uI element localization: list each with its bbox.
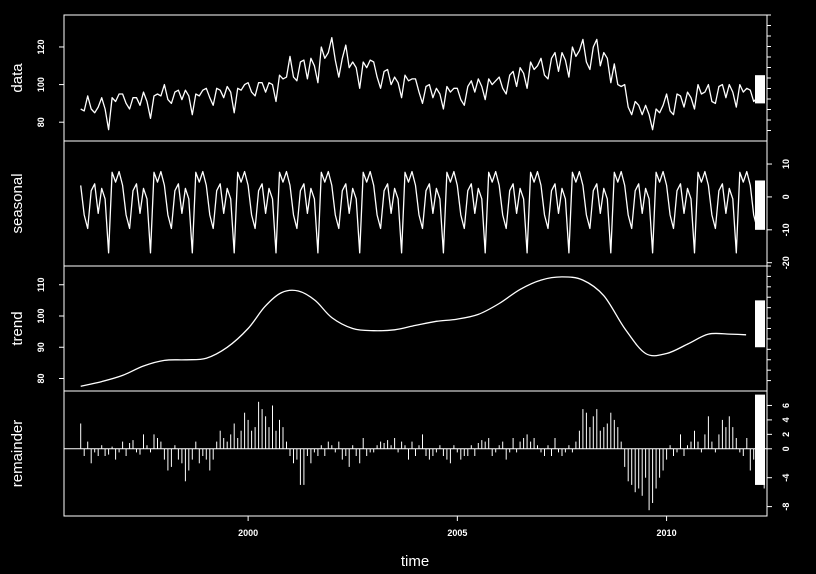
- seasonal-series-line: [80, 170, 765, 254]
- remainder-ytick-label: 6: [781, 403, 791, 408]
- data-frame: [63, 14, 768, 142]
- trend-ytick-label: 110: [36, 277, 46, 292]
- trend-frame: [63, 265, 768, 392]
- trend-ytick-label: 80: [36, 373, 46, 383]
- data-ytick-label: 80: [36, 117, 46, 127]
- seasonal-panel-label: seasonal: [9, 173, 26, 233]
- panels-group: data 80 100 120 seasonal -20 -10 0 10 trend 80 90 10…: [9, 14, 791, 517]
- panel-trend: trend 80 90 100 110: [9, 265, 771, 392]
- data-ytick-label: 100: [36, 77, 46, 92]
- data-series-line: [80, 36, 765, 131]
- x-tick-label: 2010: [657, 528, 677, 538]
- remainder-panel-label: remainder: [9, 420, 26, 488]
- x-tick-label: 2005: [447, 528, 467, 538]
- seasonal-ytick-label: -10: [781, 223, 791, 236]
- remainder-ytick-label: -4: [781, 474, 791, 482]
- trend-ytick-label: 90: [36, 342, 46, 352]
- seasonal-ytick-label: 10: [781, 159, 791, 169]
- remainder-ytick-label: 0: [781, 446, 791, 451]
- remainder-ytick-label: 4: [781, 417, 791, 422]
- seasonal-frame: [63, 140, 768, 267]
- remainder-range-bar: [755, 394, 765, 485]
- x-axis-group: 2000 2005 2010: [238, 516, 677, 538]
- trend-panel-label: trend: [9, 311, 26, 345]
- panel-data: data 80 100 120: [9, 14, 771, 142]
- panel-remainder: remainder -8 -4 0 2 4 6: [9, 390, 791, 517]
- seasonal-ytick-label: 0: [781, 194, 791, 199]
- data-ytick-label: 120: [36, 39, 46, 54]
- panel-seasonal: seasonal -20 -10 0 10: [9, 140, 791, 269]
- stl-decomposition-chart: data 80 100 120 seasonal -20 -10 0 10 trend 80 90 10…: [0, 0, 816, 574]
- x-tick-label: 2000: [238, 528, 258, 538]
- trend-ytick-label: 100: [36, 308, 46, 323]
- seasonal-ytick-label: -20: [781, 256, 791, 269]
- trend-series-line: [80, 276, 747, 387]
- remainder-ytick-label: 2: [781, 432, 791, 437]
- remainder-ytick-label: -8: [781, 503, 791, 511]
- x-axis-title: time: [401, 553, 429, 570]
- chart-svg: data 80 100 120 seasonal -20 -10 0 10 trend 80 90 10…: [9, 14, 791, 570]
- trend-range-bar: [755, 300, 765, 348]
- data-panel-label: data: [9, 63, 26, 93]
